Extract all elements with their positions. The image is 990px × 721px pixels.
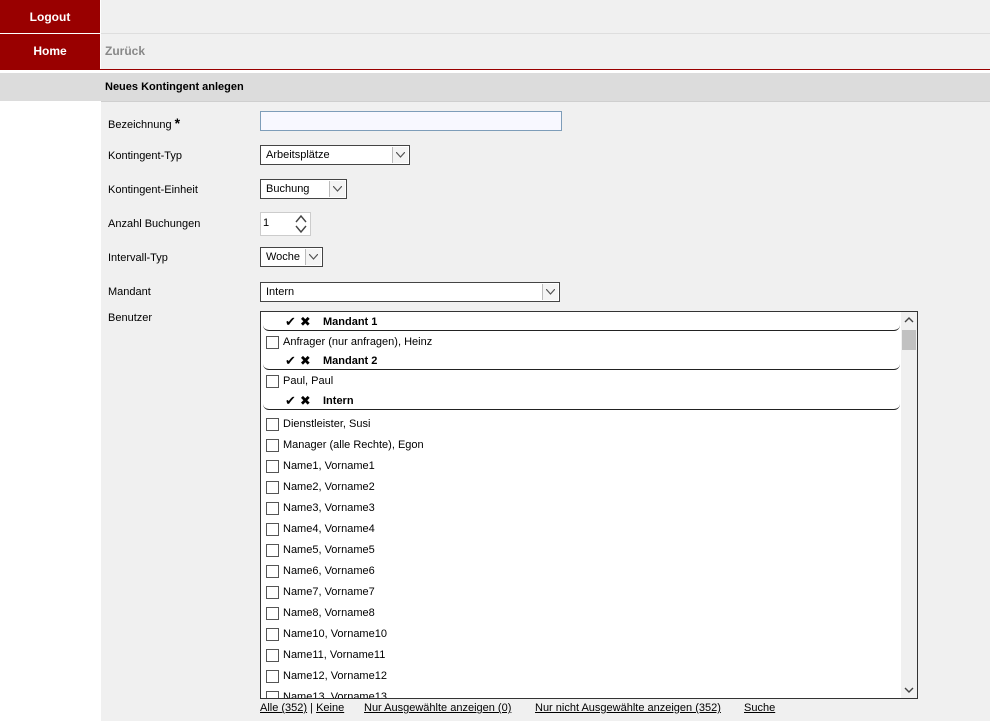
anzahl-buchungen-stepper[interactable]: 1 [260,212,311,236]
group-header: ✔ ✖ Intern [263,392,900,410]
anzahl-buchungen-value[interactable]: 1 [263,217,269,229]
intervall-typ-label: Intervall-Typ [108,252,168,264]
select-all-link[interactable]: Alle (352) [260,702,307,714]
bezeichnung-input[interactable] [260,111,562,131]
separator: | [310,702,313,714]
scrollbar[interactable] [901,312,917,698]
kontingent-typ-select[interactable]: Arbeitsplätze [260,145,410,165]
chevron-down-icon[interactable] [329,181,345,197]
show-unselected-link[interactable]: Nur nicht Ausgewählte anzeigen (352) [535,702,721,714]
search-link[interactable]: Suche [744,702,775,714]
chevron-down-icon[interactable] [294,224,308,234]
check-icon[interactable]: ✔ [285,314,296,329]
select-none-link[interactable]: Keine [316,702,344,714]
mandant-value: Intern [266,286,295,298]
close-icon[interactable]: ✖ [300,314,311,329]
list-footer: Alle (352) | Keine [260,702,344,714]
anzahl-buchungen-label: Anzahl Buchungen [108,218,201,230]
mandant-select[interactable]: Intern [260,282,560,302]
checkbox[interactable] [266,502,279,515]
user-list[interactable]: ✔ ✖ Mandant 1 Anfrager (nur anfragen), He… [260,311,918,699]
divider [0,69,990,70]
checkbox[interactable] [266,481,279,494]
panel-title: Neues Kontingent anlegen [105,81,244,93]
group-name: Intern [323,395,354,407]
checkbox[interactable] [266,544,279,557]
intervall-typ-value: Woche [266,251,301,263]
chevron-up-icon[interactable] [294,214,308,224]
kontingent-einheit-value: Buchung [266,183,310,195]
home-button[interactable]: Home [0,34,100,69]
back-link[interactable]: Zurück [105,44,145,58]
scrollbar-thumb[interactable] [902,330,916,350]
chevron-down-icon[interactable] [305,249,321,265]
checkbox[interactable] [266,670,279,683]
logout-button[interactable]: Logout [0,0,100,33]
check-icon[interactable]: ✔ [285,393,296,408]
check-icon[interactable]: ✔ [285,353,296,368]
checkbox[interactable] [266,418,279,431]
checkbox[interactable] [266,607,279,620]
intervall-typ-select[interactable]: Woche [260,247,323,267]
chevron-up-icon[interactable] [904,315,914,327]
checkbox[interactable] [266,375,279,388]
group-header: ✔ ✖ Mandant 1 [263,313,900,331]
chevron-down-icon[interactable] [542,284,558,300]
checkbox[interactable] [266,460,279,473]
group-header: ✔ ✖ Mandant 2 [263,352,900,370]
group-name: Mandant 1 [323,316,378,328]
chevron-down-icon[interactable] [904,685,914,697]
benutzer-label: Benutzer [108,312,153,324]
chevron-down-icon[interactable] [392,147,408,163]
checkbox[interactable] [266,628,279,641]
content-panel: Neues Kontingent anlegen Bezeichnung * K… [101,73,990,721]
top-bar [101,0,990,34]
checkbox[interactable] [266,336,279,349]
bezeichnung-label: Bezeichnung * [108,115,181,131]
required-marker: * [174,115,181,131]
group-name: Mandant 2 [323,355,378,367]
checkbox[interactable] [266,649,279,662]
checkbox[interactable] [266,565,279,578]
kontingent-typ-label: Kontingent-Typ [108,150,182,162]
show-selected-link[interactable]: Nur Ausgewählte anzeigen (0) [364,702,511,714]
back-bar: Zurück [101,34,990,69]
checkbox[interactable] [266,523,279,536]
checkbox[interactable] [266,439,279,452]
panel-header: Neues Kontingent anlegen [101,73,990,102]
mandant-label: Mandant [108,286,151,298]
checkbox[interactable] [266,586,279,599]
kontingent-typ-value: Arbeitsplätze [266,149,330,161]
close-icon[interactable]: ✖ [300,353,311,368]
checkbox[interactable] [266,691,279,698]
nav-spacer [0,73,101,101]
close-icon[interactable]: ✖ [300,393,311,408]
kontingent-einheit-select[interactable]: Buchung [260,179,347,199]
kontingent-einheit-label: Kontingent-Einheit [108,184,198,196]
